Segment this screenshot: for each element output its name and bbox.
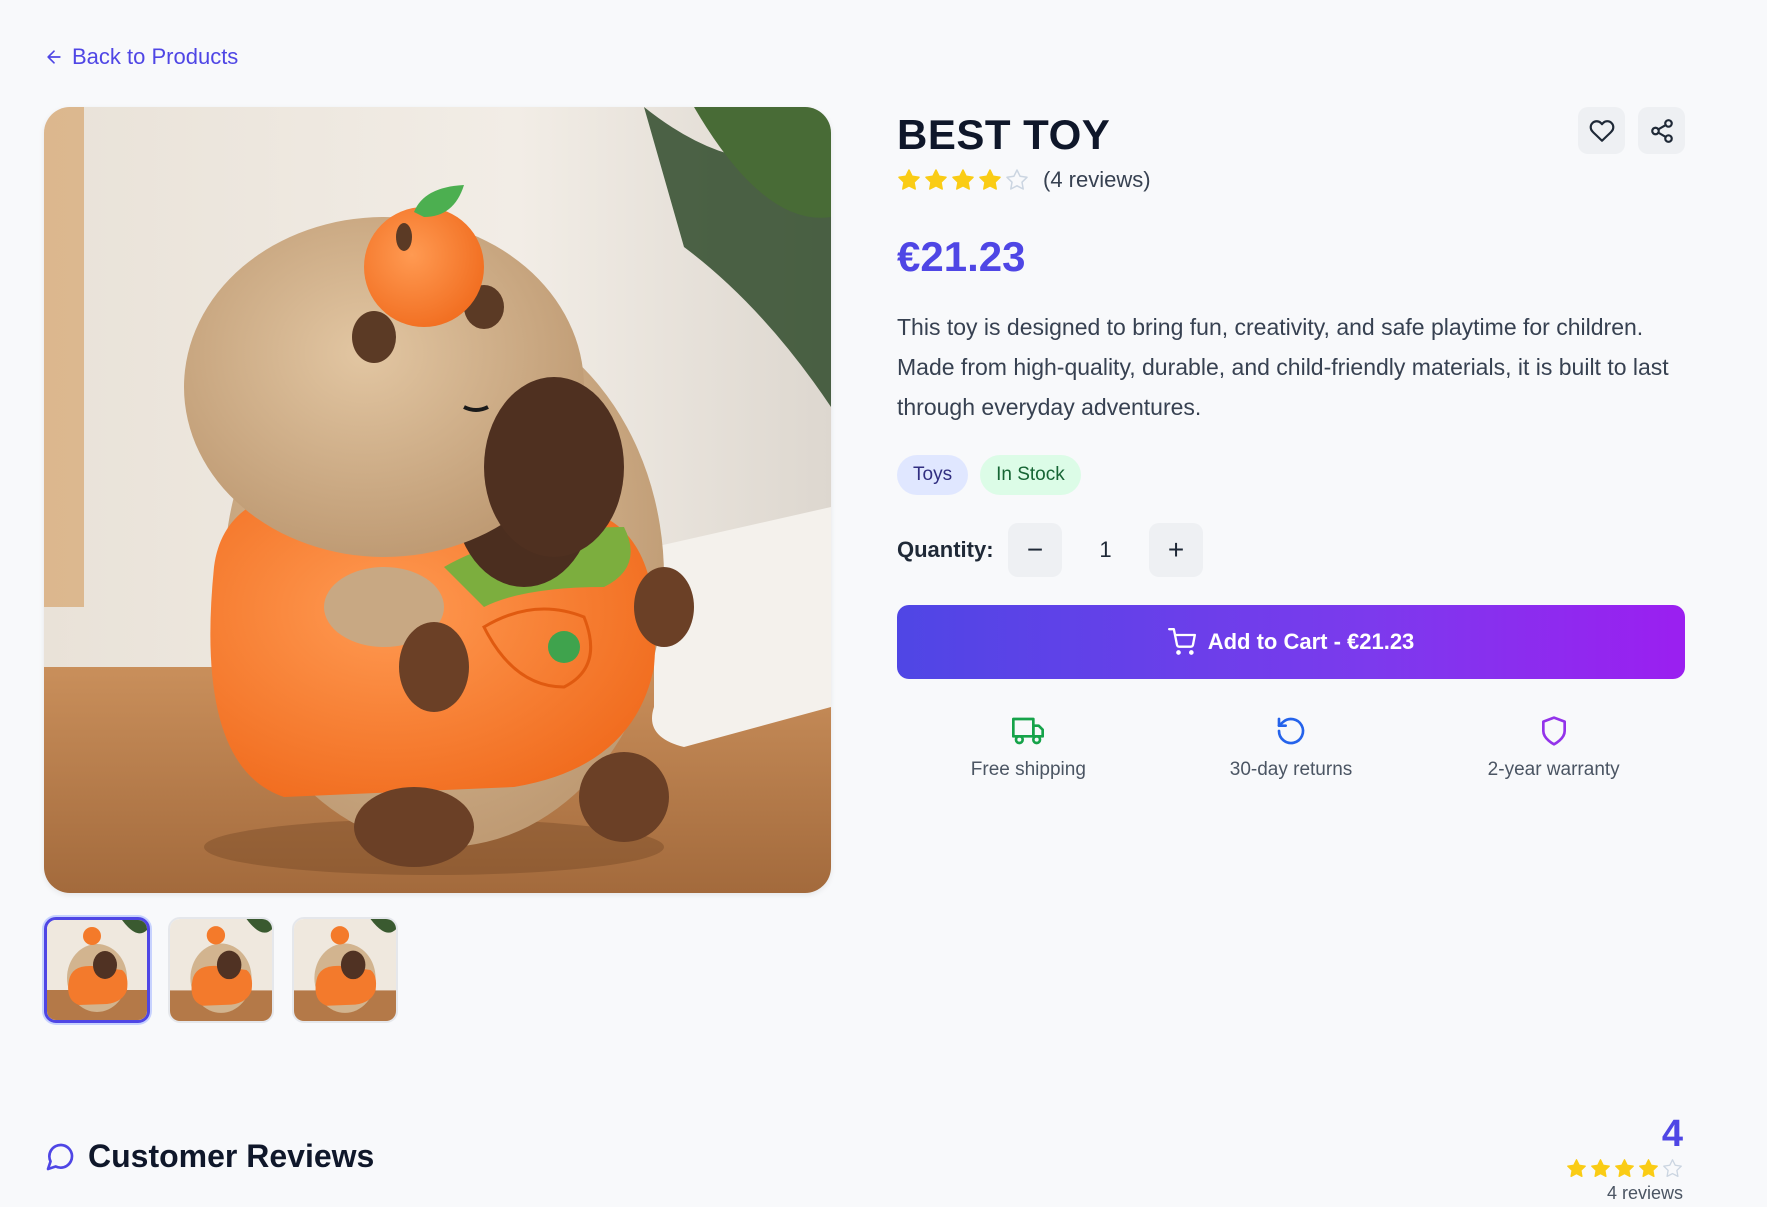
reviews-title: Customer Reviews [88,1138,375,1174]
add-to-cart-label: Add to Cart - €21.23 [1207,629,1415,654]
feature-returns: 30-day returns [1160,715,1423,781]
share-button[interactable] [1638,107,1685,154]
feature-free-shipping: Free shipping [897,715,1160,781]
thumbnail-1[interactable] [44,917,150,1023]
product-features: Free shipping 30-day returns 2-year warr… [897,715,1685,781]
customer-reviews-header: Customer Reviews [44,1138,374,1175]
product-description: This toy is designed to bring fun, creat… [897,314,1669,420]
feature-label: 30-day returns [1229,759,1353,780]
star-empty-icon [1006,169,1028,190]
star-filled-icon [1591,1159,1610,1178]
thumbnail-2[interactable] [168,917,274,1023]
product-price: €21.23 [897,233,1026,280]
star-filled-icon [1639,1159,1658,1178]
stock-badge: In Stock [980,455,1081,495]
star-filled-icon [925,169,947,190]
product-actions [1578,107,1685,154]
star-empty-icon [1663,1159,1682,1178]
star-filled-icon [979,169,1001,190]
feature-label: 2-year warranty [1487,759,1620,780]
arrow-left-icon [47,50,61,64]
rating-stars [897,168,1029,192]
feature-label: Free shipping [970,759,1086,780]
thumbnail-strip [44,917,398,1023]
star-filled-icon [1615,1159,1634,1178]
truck-icon [1012,717,1045,745]
wishlist-button[interactable] [1578,107,1625,154]
thumbnail-3[interactable] [292,917,398,1023]
star-filled-icon [952,169,974,190]
reviews-count[interactable]: (4 reviews) [1043,167,1151,193]
quantity-value: 1 [1099,537,1112,562]
back-link-label: Back to Products [72,44,239,69]
average-rating: 4 [1661,1113,1683,1155]
category-badge[interactable]: Toys [897,455,969,495]
star-filled-icon [898,169,920,190]
summary-reviews-count: 4 reviews [1606,1183,1683,1203]
feature-warranty: 2-year warranty [1422,715,1685,781]
product-info: BEST TOY (4 reviews) €21.23 This toy is … [897,107,1685,781]
star-filled-icon [1567,1159,1586,1178]
quantity-label: Quantity: [897,537,994,562]
cart-icon [1167,628,1196,655]
back-to-products-link[interactable]: Back to Products [44,44,238,70]
product-badges: Toys In Stock [897,455,1685,495]
reviews-summary: 4 4 reviews [1566,1114,1683,1204]
heart-icon [1589,119,1614,142]
add-to-cart-button[interactable]: Add to Cart - €21.23 [897,605,1685,679]
increment-button[interactable]: + [1149,523,1203,577]
shield-icon [1541,716,1566,746]
rotate-ccw-icon [1277,717,1305,745]
decrement-button[interactable]: − [1008,523,1062,577]
product-main-image [44,107,831,893]
product-title: BEST TOY [897,111,1111,158]
product-rating: (4 reviews) [897,167,1685,193]
quantity-stepper: Quantity: − 1 + [897,523,1685,577]
summary-rating-stars [1566,1158,1683,1179]
message-circle-icon [46,1143,74,1170]
share-icon [1650,118,1673,143]
